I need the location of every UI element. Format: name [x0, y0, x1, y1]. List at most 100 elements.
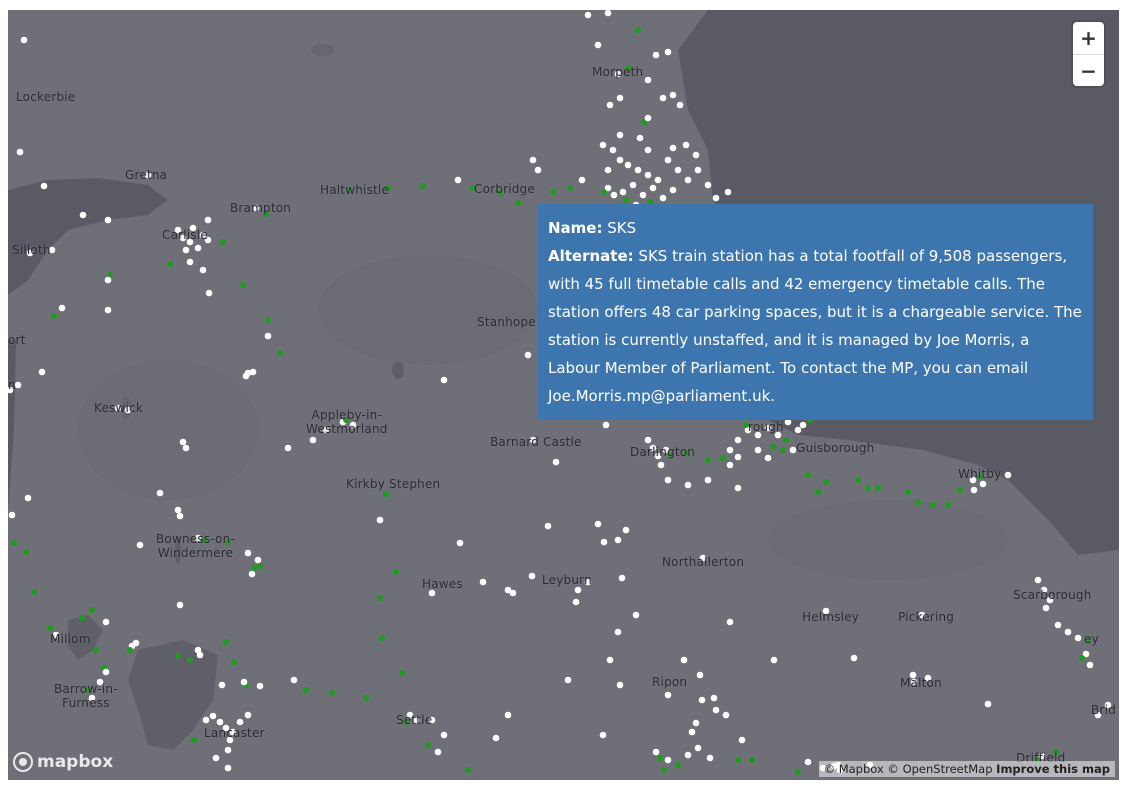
station-marker-white[interactable] [218, 681, 226, 689]
station-marker-white[interactable] [578, 176, 586, 184]
station-marker-white[interactable] [104, 276, 112, 284]
station-marker-white[interactable] [309, 436, 317, 444]
station-marker-white[interactable] [102, 668, 110, 676]
station-marker-white[interactable] [20, 36, 28, 44]
station-marker-green[interactable] [231, 659, 237, 665]
station-marker-white[interactable] [179, 438, 187, 446]
station-marker-white[interactable] [244, 711, 252, 719]
station-marker-white[interactable] [704, 476, 712, 484]
station-marker-white[interactable] [248, 570, 256, 578]
station-marker-white[interactable] [434, 748, 442, 756]
station-marker-white[interactable] [794, 426, 802, 434]
station-marker-white[interactable] [209, 712, 217, 720]
station-marker-white[interactable] [182, 246, 190, 254]
station-marker-white[interactable] [1086, 661, 1094, 669]
station-marker-green[interactable] [47, 625, 53, 631]
station-marker-white[interactable] [799, 421, 807, 429]
station-marker-white[interactable] [504, 711, 512, 719]
station-marker-green[interactable] [399, 670, 405, 676]
station-marker-white[interactable] [606, 656, 614, 664]
station-marker-white[interactable] [724, 188, 732, 196]
station-marker-white[interactable] [644, 114, 652, 122]
station-marker-white[interactable] [174, 506, 182, 514]
station-marker-white[interactable] [664, 756, 672, 764]
station-marker-white[interactable] [770, 656, 778, 664]
station-marker-white[interactable] [102, 618, 110, 626]
station-marker-white[interactable] [669, 186, 677, 194]
station-marker-white[interactable] [16, 148, 24, 156]
station-marker-white[interactable] [1004, 471, 1012, 479]
station-marker-white[interactable] [649, 184, 657, 192]
station-marker-white[interactable] [712, 194, 720, 202]
station-marker-white[interactable] [1074, 634, 1082, 642]
station-marker-white[interactable] [722, 711, 730, 719]
station-marker-white[interactable] [659, 94, 667, 102]
station-marker-white[interactable] [669, 144, 677, 152]
station-marker-green[interactable] [363, 695, 369, 701]
station-marker-white[interactable] [706, 754, 714, 762]
station-marker-green[interactable] [251, 565, 257, 571]
station-marker-white[interactable] [614, 628, 622, 636]
station-marker-white[interactable] [688, 728, 696, 736]
station-marker-white[interactable] [534, 166, 542, 174]
station-marker-white[interactable] [696, 671, 704, 679]
station-marker-white[interactable] [564, 676, 572, 684]
station-marker-green[interactable] [823, 479, 829, 485]
station-marker-green[interactable] [770, 444, 776, 450]
station-marker-green[interactable] [957, 487, 963, 493]
station-marker-green[interactable] [51, 313, 57, 319]
station-marker-green[interactable] [175, 653, 181, 659]
station-marker-white[interactable] [376, 516, 384, 524]
station-marker-white[interactable] [182, 444, 190, 452]
station-marker-green[interactable] [805, 472, 811, 478]
station-marker-green[interactable] [623, 197, 629, 203]
station-marker-green[interactable] [127, 647, 133, 653]
station-marker-white[interactable] [738, 736, 746, 744]
station-marker-white[interactable] [205, 289, 213, 297]
station-marker-white[interactable] [24, 494, 32, 502]
station-marker-white[interactable] [652, 748, 660, 756]
station-marker-white[interactable] [676, 101, 684, 109]
station-marker-green[interactable] [303, 687, 309, 693]
station-marker-green[interactable] [393, 569, 399, 575]
station-marker-green[interactable] [93, 647, 99, 653]
station-marker-white[interactable] [176, 512, 184, 520]
station-marker-white[interactable] [284, 444, 292, 452]
station-marker-green[interactable] [1079, 655, 1085, 661]
station-marker-white[interactable] [572, 598, 580, 606]
station-marker-white[interactable] [236, 718, 244, 726]
station-marker-green[interactable] [795, 769, 801, 775]
station-marker-white[interactable] [599, 731, 607, 739]
station-marker-white[interactable] [764, 454, 772, 462]
station-marker-white[interactable] [602, 421, 610, 429]
station-marker-white[interactable] [58, 304, 66, 312]
station-marker-white[interactable] [156, 489, 164, 497]
station-marker-white[interactable] [734, 453, 742, 461]
station-marker-white[interactable] [132, 639, 140, 647]
station-marker-green[interactable] [11, 540, 17, 546]
station-marker-white[interactable] [528, 572, 536, 580]
station-marker-white[interactable] [624, 161, 632, 169]
station-marker-white[interactable] [664, 48, 672, 56]
station-marker-white[interactable] [616, 94, 624, 102]
station-marker-white[interactable] [618, 574, 626, 582]
station-marker-white[interactable] [104, 306, 112, 314]
station-marker-green[interactable] [875, 485, 881, 491]
station-marker-white[interactable] [186, 258, 194, 266]
station-marker-white[interactable] [440, 731, 448, 739]
station-marker-green[interactable] [567, 185, 573, 191]
station-marker-white[interactable] [224, 746, 232, 754]
station-marker-white[interactable] [644, 76, 652, 84]
station-marker-white[interactable] [684, 751, 692, 759]
station-marker-white[interactable] [684, 481, 692, 489]
station-marker-white[interactable] [614, 536, 622, 544]
station-marker-white[interactable] [734, 436, 742, 444]
station-marker-green[interactable] [735, 757, 741, 763]
station-marker-white[interactable] [594, 41, 602, 49]
station-marker-green[interactable] [815, 489, 821, 495]
station-marker-green[interactable] [23, 549, 29, 555]
station-marker-green[interactable] [855, 477, 861, 483]
station-marker-white[interactable] [599, 141, 607, 149]
station-marker-white[interactable] [1054, 621, 1062, 629]
station-marker-white[interactable] [212, 754, 220, 762]
